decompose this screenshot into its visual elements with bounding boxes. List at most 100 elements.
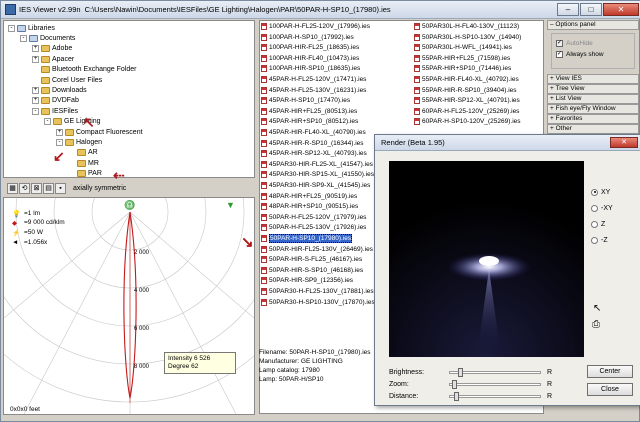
file-item[interactable]: 100PAR-HIR-FL25_(18635).ies [261,43,359,52]
tree-item[interactable]: - IESFiles [32,106,78,116]
file-item[interactable]: 100PAR-HIR-FL40_(10473).ies [261,54,359,63]
file-item[interactable]: 48PAR-HIR+SP10_(90515).ies [261,202,358,211]
file-item[interactable]: 45PAR-HIR+FL25_(80513).ies [261,107,357,116]
file-item[interactable]: 45PAR30-HIR-FL25-XL_(41547).ies [261,160,373,169]
maximize-button[interactable]: □ [580,3,602,16]
brightness-slider[interactable]: Brightness: R [389,367,552,377]
file-item[interactable]: 45PAR30-HIR-SP15-XL_(41550).ies [261,170,374,179]
file-item[interactable]: 50PAR-HIR-S-FL25_(46167).ies [261,255,362,264]
tree-item[interactable]: Corel User Files [32,75,102,85]
expander-icon[interactable]: - [20,34,27,42]
expander-icon[interactable]: - [32,107,39,115]
tree-item[interactable]: MR [68,158,99,168]
expander-icon[interactable]: - [8,24,15,32]
expander-icon[interactable]: + [32,45,39,53]
brightness-reset[interactable]: R [547,369,552,376]
menu-view-ies[interactable]: + View IES [547,74,639,84]
file-item[interactable]: 60PAR-H-SP10-120V_(25269).ies [414,117,521,126]
file-item[interactable]: 55PAR-HIR+SP10_(71446).ies [414,64,511,73]
file-item[interactable]: 50PAR-HIR-FL25-130V_(26469).ies [261,245,373,254]
render-close-btn[interactable]: Close [587,383,633,396]
expander-icon[interactable]: - [44,118,51,126]
file-item[interactable]: 50PAR30-H-SP10-130V_(17870).ies [261,298,375,307]
expander-icon[interactable]: + [32,55,39,63]
plane-neg-z[interactable]: -Z [591,235,608,245]
close-button[interactable]: ✕ [603,3,639,16]
menu-fish-eye[interactable]: + Fish eye/Fly Window [547,104,639,114]
tree-item[interactable]: + Downloads [32,85,87,95]
plane-xy[interactable]: XY [591,187,610,197]
file-item[interactable]: 45PAR30-HIR-SP9-XL_(41545).ies [261,181,370,190]
zoom-icon[interactable]: ⊠ [31,182,42,194]
save-icon[interactable]: ▪ [55,182,66,194]
zoom-track[interactable] [449,379,541,389]
file-item[interactable]: 55PAR-HIR-R-SP10_(39404).ies [414,86,517,95]
expander-icon[interactable]: - [56,138,63,146]
plane-z[interactable]: Z [591,219,605,229]
file-item[interactable]: 45PAR-HIR+SP10_(80512).ies [261,117,358,126]
grid-icon[interactable]: ▦ [7,182,18,194]
brightness-track[interactable] [449,367,541,377]
always-show-checkbox[interactable]: ✓ [556,51,563,58]
autohide-checkbox[interactable]: ✓ [556,40,563,47]
expander-icon[interactable]: + [32,86,39,94]
radio-neg-xy[interactable] [591,204,598,212]
file-item[interactable]: 50PAR-HIR-SP9_(12356).ies [261,276,353,285]
render-icon[interactable]: ▤ [43,182,54,194]
menu-list-view[interactable]: + List View [547,94,639,104]
distance-reset[interactable]: R [547,393,552,400]
radio-xy[interactable] [591,188,598,196]
brightness-thumb[interactable] [458,367,463,377]
distance-thumb[interactable] [454,391,459,401]
radio-z[interactable] [591,220,598,228]
tree-item[interactable]: - Halogen [56,137,102,147]
tree-item[interactable]: PAR [68,169,102,177]
file-item[interactable]: 50PAR30-H-FL25-130V_(17881).ies [261,287,374,296]
options-panel-header[interactable]: – Options panel [547,20,639,30]
plane-neg-xy[interactable]: -XY [591,203,613,213]
menu-tree-view[interactable]: + Tree View [547,84,639,94]
render-viewport[interactable] [389,161,584,357]
menu-favorites[interactable]: + Favorites [547,114,639,124]
file-item[interactable]: 45PAR-HIR-SP12-XL_(40793).ies [261,149,367,158]
expander-icon[interactable]: + [32,97,39,105]
render-close-button[interactable]: ✕ [610,137,638,148]
printer-icon[interactable]: ⎙ [592,319,600,330]
radio-neg-z[interactable] [591,236,598,244]
center-button[interactable]: Center [587,365,633,378]
minimize-button[interactable]: – [557,3,579,16]
tree-item[interactable]: Bluetooth Exchange Folder [32,65,136,75]
tree-item[interactable]: - Documents [20,33,75,43]
expander-icon[interactable]: + [56,128,63,136]
rotate-icon[interactable]: ⟲ [19,182,30,194]
file-item[interactable]: 45PAR-HIR-FL40-XL_(40790).ies [261,128,366,137]
file-item[interactable]: 50PAR-HIR-S-SP10_(46168).ies [261,266,363,275]
tree-item[interactable]: + Adobe [32,44,72,54]
file-item[interactable]: 100PAR-H-SP10_(17992).ies [261,33,354,42]
file-item[interactable]: 45PAR-HIR-R-SP10_(16344).ies [261,139,364,148]
file-item[interactable]: 55PAR-HIR-FL40-XL_(40792).ies [414,75,519,84]
file-item[interactable]: 100PAR-H-FL25-120V_(17996).ies [261,22,370,31]
tree-item[interactable]: + Apacer [32,54,74,64]
file-item[interactable]: 45PAR-H-FL25-120V_(17471).ies [261,75,366,84]
file-item[interactable]: 45PAR-H-FL25-130V_(16231).ies [261,86,366,95]
zoom-slider[interactable]: Zoom: R [389,379,552,389]
file-item[interactable]: 50PAR30L-H-WFL_(14941).ies [414,43,512,52]
file-item[interactable]: 50PAR30L-H-FL40-130V_(11123) [414,22,519,31]
tree-item[interactable]: + DVDFab [32,96,79,106]
file-item[interactable]: 50PAR30L-H-SP10-130V_(14940) [414,33,521,42]
file-item[interactable]: 50PAR-H-FL25-120V_(17979).ies [261,213,366,222]
distance-slider[interactable]: Distance: R [389,391,552,401]
zoom-reset[interactable]: R [547,381,552,388]
file-item[interactable]: 55PAR-HIR-SP12-XL_(40791).ies [414,96,520,105]
file-item[interactable]: 60PAR-H-FL25-120V_(25269).ies [414,107,519,116]
file-item[interactable]: 45PAR-H-SP10_(17470).ies [261,96,350,105]
zoom-thumb[interactable] [452,379,457,389]
distance-track[interactable] [449,391,541,401]
menu-other[interactable]: + Other [547,124,639,134]
file-item[interactable]: 100PAR-HIR-SP10_(18635).ies [261,64,360,73]
file-item[interactable]: 48PAR-HIR+FL25_(90519).ies [261,192,357,201]
pointer-icon[interactable]: ↖ [593,303,601,314]
tree-item[interactable]: - Libraries [8,23,55,33]
file-item[interactable]: 50PAR-H-FL25-130V_(17926).ies [261,223,366,232]
